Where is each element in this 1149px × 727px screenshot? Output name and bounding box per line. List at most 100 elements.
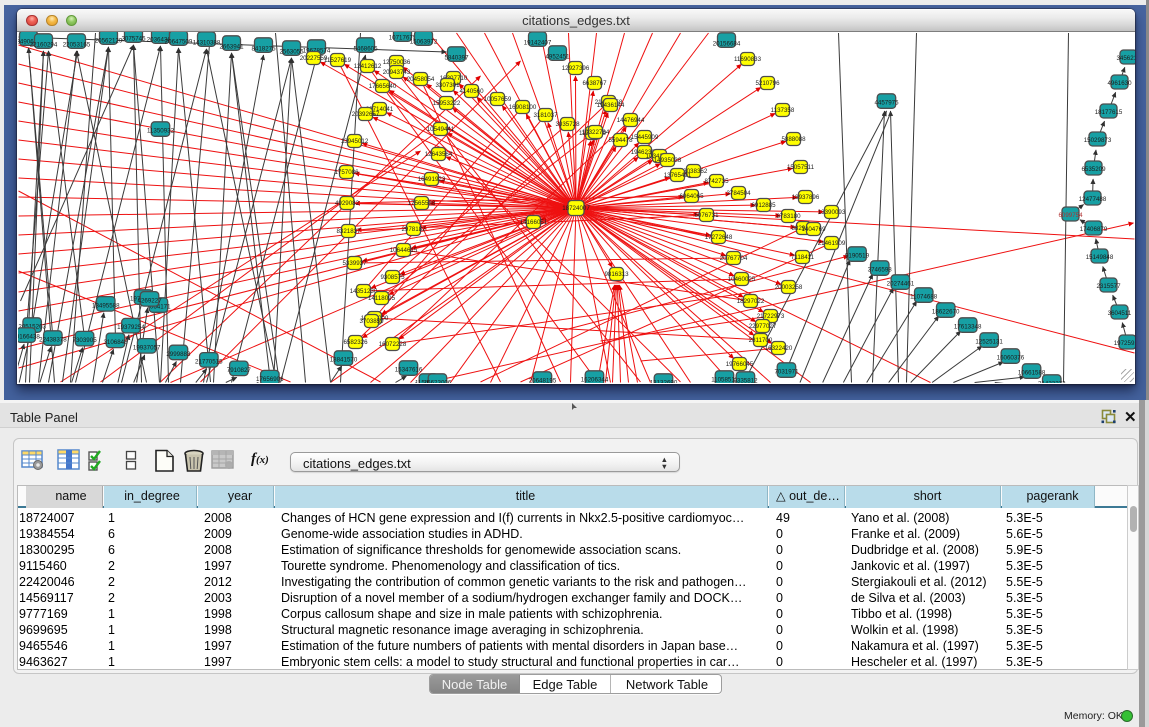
svg-text:8321837: 8321837 — [336, 228, 361, 235]
svg-text:6076731: 6076731 — [694, 212, 719, 219]
svg-text:20943743: 20943743 — [382, 69, 410, 76]
svg-text:14166051: 14166051 — [519, 219, 547, 226]
svg-text:15057511: 15057511 — [786, 164, 814, 171]
svg-text:6912885: 6912885 — [751, 202, 776, 209]
svg-text:19142407: 19142407 — [523, 39, 551, 46]
svg-text:3703859: 3703859 — [359, 318, 384, 325]
svg-text:5339937: 5339937 — [342, 260, 367, 267]
svg-text:7303905: 7303905 — [72, 337, 97, 344]
svg-text:22053165: 22053165 — [62, 41, 90, 48]
svg-text:17272648: 17272648 — [704, 234, 732, 241]
svg-text:15149848: 15149848 — [1085, 254, 1113, 261]
svg-text:19766045: 19766045 — [725, 361, 753, 368]
svg-text:22977027: 22977027 — [748, 323, 776, 330]
svg-text:14935038: 14935038 — [653, 157, 681, 164]
svg-text:18297022: 18297022 — [736, 298, 764, 305]
svg-text:11074688: 11074688 — [910, 293, 938, 300]
svg-text:20458054: 20458054 — [406, 76, 434, 83]
svg-text:22438378: 22438378 — [39, 336, 67, 343]
svg-text:20166438: 20166438 — [18, 333, 40, 340]
svg-text:3784504: 3784504 — [726, 190, 751, 197]
svg-text:10057659: 10057659 — [483, 96, 511, 103]
svg-text:2663941: 2663941 — [219, 43, 244, 50]
svg-text:10644615: 10644615 — [389, 247, 417, 254]
svg-text:12525131: 12525131 — [975, 338, 1003, 345]
svg-text:11350932: 11350932 — [146, 127, 174, 134]
svg-text:6535209: 6535209 — [1081, 166, 1106, 173]
svg-text:19379254: 19379254 — [117, 324, 145, 331]
svg-text:8783180: 8783180 — [776, 213, 801, 220]
svg-text:20647509: 20647509 — [164, 38, 192, 45]
svg-text:18724007: 18724007 — [562, 205, 590, 212]
svg-text:14118095: 14118095 — [367, 295, 395, 302]
svg-text:7031971: 7031971 — [774, 368, 799, 375]
svg-text:16908100: 16908100 — [508, 104, 536, 111]
svg-text:7910827: 7910827 — [226, 366, 251, 373]
svg-text:21770515: 21770515 — [195, 358, 223, 365]
svg-text:3181037: 3181037 — [533, 112, 558, 119]
svg-text:2999883: 2999883 — [166, 351, 191, 358]
svg-text:3746598: 3746598 — [867, 266, 892, 273]
svg-text:12412612: 12412612 — [353, 63, 381, 70]
svg-text:2978182: 2978182 — [401, 226, 426, 233]
svg-text:4269227: 4269227 — [137, 297, 162, 304]
svg-text:9190519: 9190519 — [844, 252, 869, 259]
svg-text:14476944: 14476944 — [616, 117, 644, 124]
svg-text:14310388: 14310388 — [192, 39, 220, 46]
svg-text:4457975: 4457975 — [874, 99, 899, 106]
svg-text:1757086: 1757086 — [334, 169, 359, 176]
svg-text:17613348: 17613348 — [953, 323, 981, 330]
svg-text:8742735: 8742735 — [704, 178, 729, 185]
svg-text:10460025: 10460025 — [727, 276, 755, 283]
svg-text:10322734: 10322734 — [581, 129, 609, 136]
svg-text:19937057: 19937057 — [132, 344, 160, 351]
svg-text:16060376: 16060376 — [996, 354, 1024, 361]
svg-text:5594478: 5594478 — [608, 137, 633, 144]
svg-text:4961630: 4961630 — [1107, 80, 1132, 87]
svg-text:5210796: 5210796 — [755, 80, 780, 87]
svg-text:3075745: 3075745 — [121, 35, 146, 42]
svg-text:4929082: 4929082 — [334, 200, 359, 207]
svg-text:13390093: 13390093 — [817, 209, 845, 216]
svg-text:20003258: 20003258 — [774, 284, 802, 291]
svg-text:15953222: 15953222 — [432, 100, 460, 107]
svg-text:9308575: 9308575 — [380, 274, 405, 281]
svg-text:15445909: 15445909 — [630, 134, 658, 141]
svg-text:21433273: 21433273 — [1038, 380, 1066, 383]
svg-text:1137358: 1137358 — [770, 107, 794, 114]
svg-text:16491923: 16491923 — [417, 176, 445, 183]
svg-text:20648195: 20648195 — [528, 377, 556, 383]
svg-text:10661588: 10661588 — [1017, 369, 1045, 376]
svg-text:20274461: 20274461 — [886, 280, 914, 287]
svg-text:17656906: 17656906 — [256, 376, 284, 383]
svg-text:15347616: 15347616 — [394, 366, 422, 373]
svg-text:15029873: 15029873 — [1083, 137, 1111, 144]
svg-text:16623006: 16623006 — [423, 379, 451, 383]
svg-text:3035728: 3035728 — [555, 121, 580, 128]
svg-text:18622670: 18622670 — [931, 308, 959, 315]
svg-text:16322420: 16322420 — [764, 345, 792, 352]
svg-text:14351230: 14351230 — [349, 288, 377, 295]
svg-text:3307301: 3307301 — [435, 82, 460, 89]
svg-text:6099754: 6099754 — [1058, 212, 1083, 219]
svg-text:16206344: 16206344 — [580, 376, 608, 383]
svg-text:20767704: 20767704 — [719, 255, 747, 262]
svg-text:18841570: 18841570 — [329, 356, 357, 363]
svg-text:13765491: 13765491 — [663, 172, 691, 179]
svg-text:20562129: 20562129 — [94, 37, 122, 44]
svg-text:19436144: 19436144 — [596, 102, 624, 109]
svg-text:8418275: 8418275 — [251, 45, 276, 52]
svg-text:5468605: 5468605 — [353, 45, 378, 52]
svg-text:20156684: 20156684 — [712, 40, 740, 47]
svg-text:12643564: 12643564 — [424, 151, 452, 158]
svg-text:15063972: 15063972 — [409, 38, 437, 45]
svg-text:4140560: 4140560 — [459, 88, 484, 95]
svg-text:22160294: 22160294 — [29, 41, 57, 48]
svg-text:10549441: 10549441 — [426, 126, 454, 133]
svg-text:3604511: 3604511 — [1107, 310, 1131, 317]
svg-text:13132690: 13132690 — [649, 379, 677, 383]
svg-text:2315577: 2315577 — [1096, 283, 1121, 290]
svg-text:20392657: 20392657 — [351, 111, 379, 118]
svg-text:7118411: 7118411 — [790, 254, 814, 261]
svg-text:13495588: 13495588 — [92, 302, 120, 309]
